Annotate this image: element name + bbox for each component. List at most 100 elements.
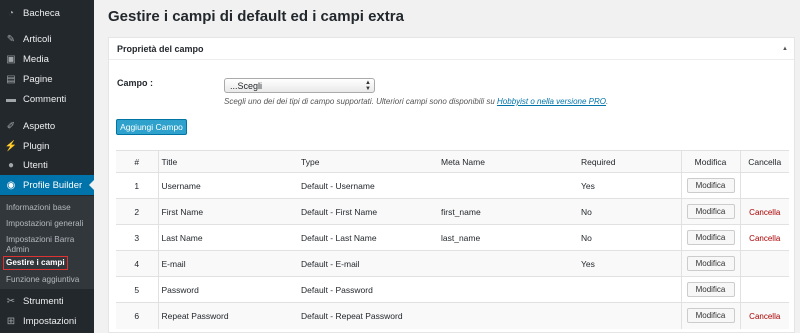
- add-field-button[interactable]: Aggiungi Campo: [116, 119, 187, 135]
- panel-heading: Proprietà del campo: [117, 43, 204, 54]
- cell-title: Username: [158, 172, 298, 199]
- edit-button[interactable]: Modifica: [686, 204, 735, 219]
- help-text: Scegli uno dei dei tipi di campo support…: [224, 97, 498, 106]
- admin-sidebar: ◔ Bacheca ✎ Articoli ▣ Media ▤ Pagine ▬ …: [0, 0, 94, 333]
- col-header-number: #: [116, 150, 159, 173]
- plugin-icon: ⚡: [4, 140, 18, 152]
- cell-meta-name: [438, 302, 578, 329]
- submenu-impostazioni-barra-admin[interactable]: Impostazioni Barra Admin: [6, 235, 92, 255]
- wrench-icon: ✂: [6, 295, 16, 307]
- cell-required: Yes: [578, 250, 682, 277]
- edit-button[interactable]: Modifica: [686, 178, 735, 193]
- table-row: 5 Password Default - Password Modifica: [116, 276, 789, 303]
- cell-delete: Cancella: [740, 198, 789, 225]
- table-header-row: # Title Type Meta Name Required Modifica…: [116, 150, 789, 173]
- sidebar-item-label: Profile Builder: [23, 179, 83, 191]
- cell-edit: Modifica: [681, 198, 741, 225]
- sidebar-item-profile-builder[interactable]: ◉ Profile Builder: [0, 175, 94, 195]
- profile-builder-submenu: Informazioni base Impostazioni generali …: [0, 196, 94, 289]
- cell-edit: Modifica: [681, 224, 741, 251]
- cell-type: Default - Username: [298, 172, 438, 199]
- cell-meta-name: [438, 276, 578, 303]
- table-row: 1 Username Default - Username Yes Modifi…: [116, 172, 789, 199]
- cell-number: 3: [116, 224, 159, 251]
- field-help-text: Scegli uno dei dei tipi di campo support…: [224, 97, 608, 106]
- table-row: 4 E-mail Default - E-mail Yes Modifica: [116, 250, 789, 277]
- user-icon: ●: [7, 159, 15, 171]
- cell-edit: Modifica: [681, 302, 741, 329]
- cell-required: No: [578, 224, 682, 251]
- sidebar-item-label: Media: [23, 53, 49, 65]
- comment-icon: ▬: [6, 93, 16, 105]
- sidebar-item-label: Pagine: [23, 73, 53, 85]
- sidebar-item-aspetto[interactable]: ✐ Aspetto: [0, 116, 94, 136]
- cell-title: E-mail: [158, 250, 298, 277]
- cell-number: 1: [116, 172, 159, 199]
- col-header-required: Required: [578, 150, 682, 173]
- select-arrows-icon: ▲ ▼: [365, 80, 371, 92]
- hobbyist-pro-link[interactable]: Hobbyist o nella versione PRO: [497, 97, 606, 106]
- sidebar-item-pagine[interactable]: ▤ Pagine: [0, 69, 94, 89]
- cell-type: Default - Password: [298, 276, 438, 303]
- cell-number: 4: [116, 250, 159, 277]
- cell-edit: Modifica: [681, 276, 741, 303]
- cell-required: [578, 276, 682, 303]
- submenu-informazioni-base[interactable]: Informazioni base: [6, 203, 92, 213]
- field-type-select[interactable]: ...Scegli ▲ ▼: [224, 78, 375, 93]
- select-value: ...Scegli: [230, 80, 263, 91]
- page-icon: ▤: [6, 73, 16, 85]
- cell-type: Default - First Name: [298, 198, 438, 225]
- cell-required: [578, 302, 682, 329]
- sidebar-item-utenti[interactable]: ● Utenti: [0, 155, 94, 175]
- cell-delete: Cancella: [740, 302, 789, 329]
- field-properties-panel: Proprietà del campo ▲ Campo : ...Scegli …: [108, 37, 795, 333]
- sidebar-item-label: Articoli: [23, 33, 52, 45]
- delete-link[interactable]: Cancella: [749, 234, 780, 243]
- cell-edit: Modifica: [681, 172, 741, 199]
- cell-meta-name: [438, 250, 578, 277]
- submenu-impostazioni-generali[interactable]: Impostazioni generali: [6, 219, 92, 229]
- col-header-title: Title: [158, 150, 298, 173]
- cell-number: 5: [116, 276, 159, 303]
- collapse-caret-icon[interactable]: ▲: [782, 46, 788, 52]
- cell-type: Default - Last Name: [298, 224, 438, 251]
- col-header-meta-name: Meta Name: [438, 150, 578, 173]
- sidebar-item-bacheca[interactable]: ◔ Bacheca: [0, 3, 94, 23]
- edit-button[interactable]: Modifica: [686, 308, 735, 324]
- settings-icon: ⊞: [6, 315, 16, 327]
- sidebar-item-strumenti[interactable]: ✂ Strumenti: [0, 291, 94, 311]
- active-indicator: [89, 180, 94, 190]
- sidebar-item-media[interactable]: ▣ Media: [0, 49, 94, 69]
- table-row: 6 Repeat Password Default - Repeat Passw…: [116, 302, 789, 329]
- cell-meta-name: last_name: [438, 224, 578, 251]
- panel-header[interactable]: Proprietà del campo: [109, 38, 794, 60]
- sidebar-item-label: Commenti: [23, 93, 67, 105]
- sidebar-item-label: Aspetto: [23, 120, 56, 132]
- cell-title: Last Name: [158, 224, 298, 251]
- cell-required: No: [578, 198, 682, 225]
- submenu-funzione-aggiuntiva[interactable]: Funzione aggiuntiva: [6, 275, 92, 285]
- submenu-gestire-i-campi[interactable]: Gestire i campi: [3, 256, 68, 270]
- sidebar-item-label: Impostazioni: [23, 315, 77, 327]
- edit-button[interactable]: Modifica: [686, 256, 735, 271]
- table-row: 3 Last Name Default - Last Name last_nam…: [116, 224, 789, 251]
- sidebar-item-plugin[interactable]: ⚡ Plugin: [0, 136, 94, 156]
- edit-button[interactable]: Modifica: [686, 282, 735, 297]
- cell-type: Default - Repeat Password: [298, 302, 438, 329]
- profile-icon: ◉: [6, 179, 16, 191]
- col-header-delete: Cancella: [740, 150, 789, 173]
- dashboard-icon: ◔: [7, 7, 15, 19]
- sidebar-item-articoli[interactable]: ✎ Articoli: [0, 29, 94, 49]
- sidebar-item-label: Bacheca: [23, 7, 60, 19]
- brush-icon: ✐: [6, 120, 16, 132]
- field-label: Campo :: [117, 78, 153, 88]
- sidebar-item-impostazioni[interactable]: ⊞ Impostazioni: [0, 311, 94, 331]
- delete-link[interactable]: Cancella: [749, 208, 780, 217]
- sidebar-item-commenti[interactable]: ▬ Commenti: [0, 89, 94, 109]
- edit-button[interactable]: Modifica: [686, 230, 735, 245]
- help-end: .: [605, 97, 609, 106]
- cell-type: Default - E-mail: [298, 250, 438, 277]
- sidebar-item-label: Plugin: [23, 140, 50, 152]
- cell-delete: [740, 172, 789, 199]
- delete-link[interactable]: Cancella: [749, 312, 780, 321]
